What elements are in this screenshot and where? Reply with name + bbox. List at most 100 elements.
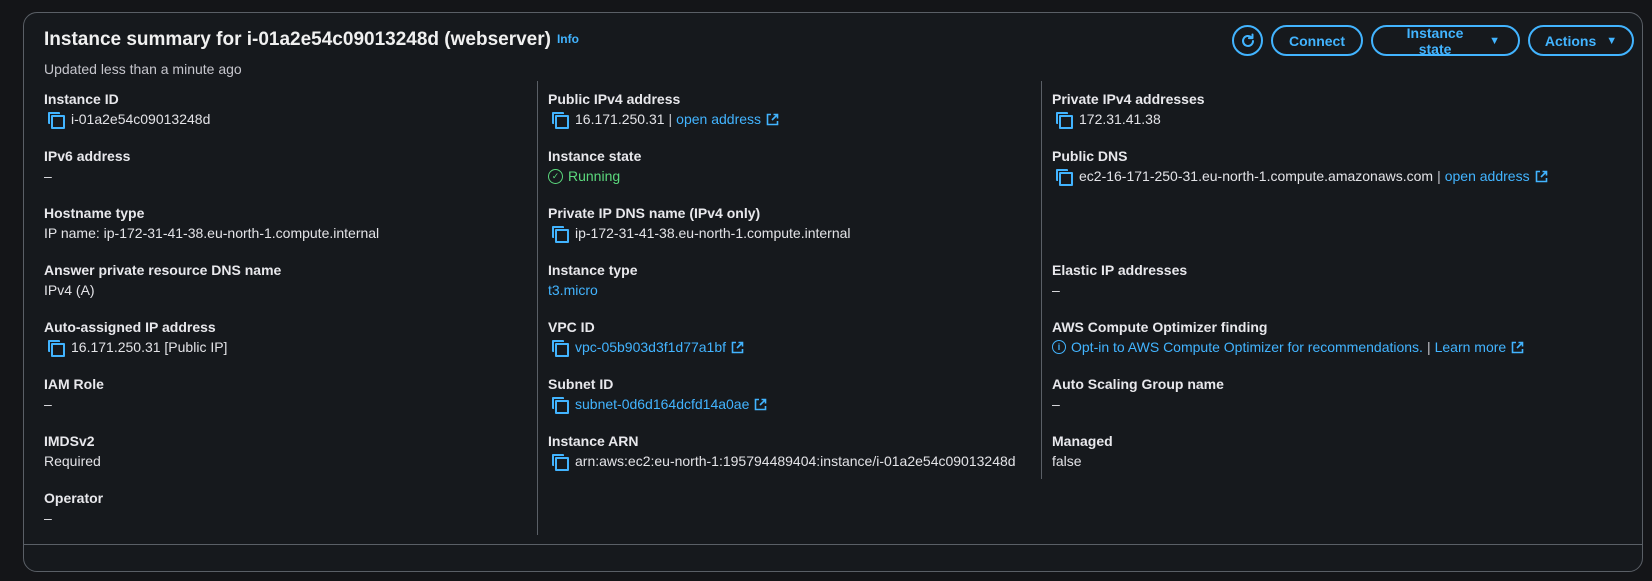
field-value: 16.171.250.31 (575, 111, 665, 127)
check-circle-icon: ✓ (548, 168, 563, 184)
info-icon: i (1052, 340, 1066, 354)
field-value: 16.171.250.31 [Public IP] (71, 339, 228, 355)
field-label: Instance type (548, 262, 638, 278)
separator: | (668, 111, 673, 127)
external-link-icon[interactable] (1535, 170, 1548, 183)
chevron-down-icon: ▼ (1489, 34, 1500, 47)
field-label: IMDSv2 (44, 433, 95, 449)
field-label: IAM Role (44, 376, 104, 392)
instance-summary-panel: Instance summary for i-01a2e54c09013248d… (23, 12, 1643, 572)
copy-icon[interactable] (552, 454, 569, 471)
field-label: Auto-assigned IP address (44, 319, 216, 335)
copy-icon[interactable] (552, 397, 569, 414)
field-label: Instance ID (44, 91, 119, 107)
updated-status: Updated less than a minute ago (44, 61, 242, 77)
field-label: Instance ARN (548, 433, 639, 449)
field-private-ip-dns: Private IP DNS name (IPv4 only) ip-172-3… (548, 205, 1068, 243)
field-subnet-id: Subnet ID subnet-0d6d164dcfd14a0ae (548, 376, 1068, 414)
field-auto-assigned-ip: Auto-assigned IP address 16.171.250.31 [… (44, 319, 564, 357)
field-compute-optimizer: AWS Compute Optimizer finding i Opt-in to… (1052, 319, 1572, 355)
connect-button[interactable]: Connect (1271, 25, 1363, 56)
field-value: ip-172-31-41-38.eu-north-1.compute.inter… (575, 225, 851, 241)
page-background: Instance summary for i-01a2e54c09013248d… (0, 0, 1652, 581)
status-running: Running (568, 168, 621, 184)
field-public-dns: Public DNS ec2-16-171-250-31.eu-north-1.… (1052, 148, 1572, 186)
field-imdsv2: IMDSv2 Required (44, 433, 564, 469)
page-title: Instance summary for i-01a2e54c09013248d… (44, 29, 579, 51)
instance-state-label: Instance state (1406, 24, 1464, 57)
field-label: Instance state (548, 148, 642, 164)
field-hostname-type: Hostname type IP name: ip-172-31-41-38.e… (44, 205, 564, 241)
field-private-ipv4: Private IPv4 addresses 172.31.41.38 (1052, 91, 1572, 129)
copy-icon[interactable] (1056, 169, 1073, 186)
external-link-icon[interactable] (1511, 341, 1524, 354)
info-link[interactable]: Info (557, 32, 579, 46)
external-link-icon[interactable] (754, 398, 767, 411)
separator: | (1437, 168, 1441, 184)
actions-label: Actions (1544, 32, 1597, 49)
field-value: – (44, 510, 52, 526)
field-operator: Operator – (44, 490, 564, 526)
field-value: Required (44, 453, 101, 469)
copy-icon[interactable] (48, 340, 65, 357)
field-label: AWS Compute Optimizer finding (1052, 319, 1268, 335)
field-label: Answer private resource DNS name (44, 262, 282, 278)
field-value: – (1052, 282, 1060, 298)
open-address-link[interactable]: open address (1445, 168, 1530, 184)
open-address-link[interactable]: open address (676, 111, 761, 127)
page-title-text: Instance summary for i-01a2e54c09013248d… (44, 29, 551, 50)
field-value: IPv4 (A) (44, 282, 95, 298)
field-label: Private IPv4 addresses (1052, 91, 1205, 107)
instance-state-button[interactable]: Instance state ▼ (1371, 24, 1520, 57)
field-value: arn:aws:ec2:eu-north-1:195794489404:inst… (575, 453, 1016, 469)
field-ipv6-address: IPv6 address – (44, 148, 564, 184)
optimizer-opt-in-link[interactable]: Opt-in to AWS Compute Optimizer for reco… (1071, 339, 1423, 355)
field-label: Managed (1052, 433, 1113, 449)
external-link-icon[interactable] (766, 113, 779, 126)
external-link-icon[interactable] (731, 341, 744, 354)
connect-label: Connect (1289, 32, 1345, 49)
instance-type-link[interactable]: t3.micro (548, 282, 598, 298)
refresh-button[interactable] (1232, 25, 1263, 56)
chevron-down-icon: ▼ (1606, 34, 1618, 47)
field-label: Auto Scaling Group name (1052, 376, 1224, 392)
field-instance-arn: Instance ARN arn:aws:ec2:eu-north-1:1957… (548, 433, 1068, 471)
field-label: Elastic IP addresses (1052, 262, 1188, 278)
field-value: i-01a2e54c09013248d (71, 111, 211, 127)
field-value: false (1052, 453, 1082, 469)
copy-icon[interactable] (552, 112, 569, 129)
field-value: – (1052, 396, 1060, 412)
field-value: 172.31.41.38 (1079, 111, 1161, 127)
copy-icon[interactable] (552, 340, 569, 357)
field-label: Public IPv4 address (548, 91, 681, 107)
field-label: Subnet ID (548, 376, 614, 392)
field-elastic-ip: Elastic IP addresses – (1052, 262, 1572, 298)
subnet-link[interactable]: subnet-0d6d164dcfd14a0ae (575, 396, 749, 412)
actions-button[interactable]: Actions ▼ (1528, 25, 1634, 56)
learn-more-link[interactable]: Learn more (1435, 339, 1507, 355)
field-label: Public DNS (1052, 148, 1128, 164)
field-label: Operator (44, 490, 104, 506)
field-label: Hostname type (44, 205, 145, 221)
copy-icon[interactable] (552, 226, 569, 243)
field-value: ec2-16-171-250-31.eu-north-1.compute.ama… (1079, 168, 1434, 184)
section-divider (24, 544, 1642, 545)
refresh-icon (1241, 33, 1254, 47)
field-instance-state: Instance state ✓ Running (548, 148, 1068, 184)
field-label: IPv6 address (44, 148, 131, 164)
field-iam-role: IAM Role – (44, 376, 564, 412)
field-answer-dns: Answer private resource DNS name IPv4 (A… (44, 262, 564, 298)
field-auto-scaling-group: Auto Scaling Group name – (1052, 376, 1572, 412)
field-label: Private IP DNS name (IPv4 only) (548, 205, 761, 221)
field-instance-id: Instance ID i-01a2e54c09013248d (44, 91, 564, 129)
copy-icon[interactable] (48, 112, 65, 129)
field-vpc-id: VPC ID vpc-05b903d3f1d77a1bf (548, 319, 1068, 357)
field-label: VPC ID (548, 319, 595, 335)
field-instance-type: Instance type t3.micro (548, 262, 1068, 298)
field-managed: Managed false (1052, 433, 1572, 469)
field-value: IP name: ip-172-31-41-38.eu-north-1.comp… (44, 225, 380, 241)
copy-icon[interactable] (1056, 112, 1073, 129)
vpc-link[interactable]: vpc-05b903d3f1d77a1bf (575, 339, 726, 355)
field-public-ipv4: Public IPv4 address 16.171.250.31 | open a… (548, 91, 1068, 129)
separator: | (1426, 339, 1431, 355)
